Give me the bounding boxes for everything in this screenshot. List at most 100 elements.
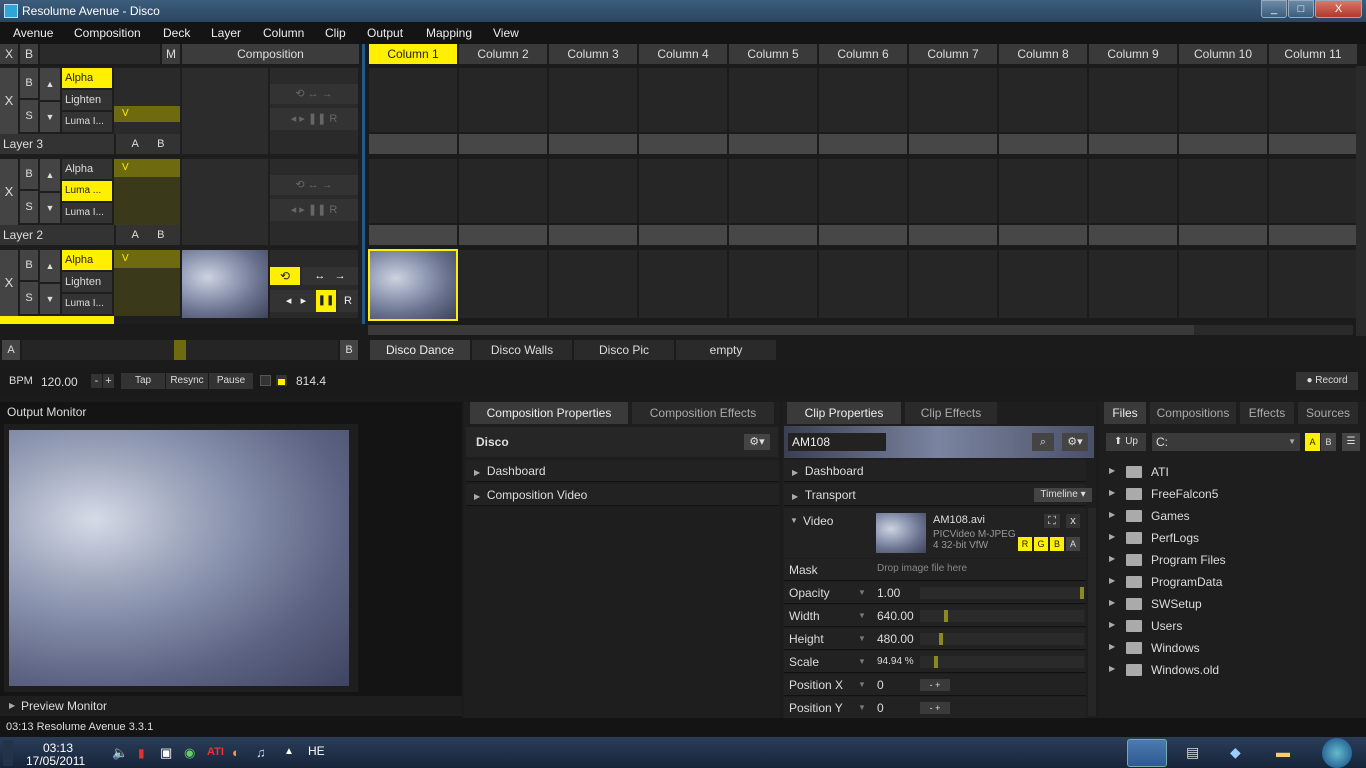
clip-prop-stepper[interactable]: - + bbox=[920, 679, 950, 691]
folder-item[interactable]: ▶ Games bbox=[1104, 506, 1354, 526]
clip-prop-menu-icon[interactable]: ▼ bbox=[858, 674, 866, 696]
layer-3-blend-alpha[interactable]: Alpha bbox=[62, 68, 112, 88]
files-up-button[interactable]: ⬆ Up bbox=[1106, 433, 1146, 451]
clip-slot[interactable] bbox=[1269, 68, 1357, 132]
folder-expand-icon[interactable]: ▶ bbox=[1109, 532, 1115, 541]
layer-3-play-controls[interactable]: ◂ ▸ ❚❚ R bbox=[270, 108, 358, 130]
folder-expand-icon[interactable]: ▶ bbox=[1109, 620, 1115, 629]
layer-3-video-bar[interactable]: V bbox=[114, 106, 180, 122]
column-4-header[interactable]: Column 4 bbox=[639, 44, 727, 64]
clip-slot[interactable] bbox=[459, 159, 547, 223]
input-language[interactable]: HE bbox=[308, 744, 325, 758]
layer-2-a-button[interactable]: A bbox=[131, 229, 138, 241]
files-deck-b-button[interactable]: B bbox=[1321, 433, 1336, 451]
clip-prop-slider[interactable] bbox=[920, 656, 1084, 668]
deck-tab-disco-pic[interactable]: Disco Pic bbox=[574, 340, 674, 360]
folder-expand-icon[interactable]: ▶ bbox=[1109, 664, 1115, 673]
clip-slot-label[interactable] bbox=[909, 225, 997, 245]
maximize-button[interactable]: □ bbox=[1288, 0, 1314, 18]
clip-transport-expand-icon[interactable]: ▶ bbox=[792, 492, 798, 501]
layer-3-up-icon[interactable]: ▲ bbox=[40, 68, 60, 100]
menu-clip[interactable]: Clip bbox=[325, 26, 346, 40]
clip-slot-label[interactable] bbox=[1269, 225, 1357, 245]
layer-2-up-icon[interactable]: ▲ bbox=[40, 159, 60, 191]
folder-expand-icon[interactable]: ▶ bbox=[1109, 488, 1115, 497]
layer-2-video-bar[interactable]: V bbox=[114, 159, 180, 177]
signal-icon[interactable]: ▮ bbox=[138, 746, 145, 760]
layer-1-clear-button[interactable]: X bbox=[0, 250, 18, 316]
clip-slot-label[interactable] bbox=[1089, 134, 1177, 154]
clip-prop-slider[interactable] bbox=[920, 610, 1084, 622]
folder-item[interactable]: ▶ PerfLogs bbox=[1104, 528, 1354, 548]
clip-slot-label[interactable] bbox=[459, 225, 547, 245]
channel-b-button[interactable]: B bbox=[1050, 537, 1064, 551]
layer-3-down-icon[interactable]: ▼ bbox=[40, 102, 60, 132]
layer-2-clear-button[interactable]: X bbox=[0, 159, 18, 225]
layer-3-b-button[interactable]: B bbox=[157, 138, 164, 150]
folder-item[interactable]: ▶ ProgramData bbox=[1104, 572, 1354, 592]
clip-prop-slider[interactable] bbox=[920, 633, 1084, 645]
layer-1-solo-button[interactable]: S bbox=[20, 282, 38, 314]
column-10-header[interactable]: Column 10 bbox=[1179, 44, 1267, 64]
clip-slot[interactable] bbox=[1269, 250, 1357, 318]
clip-video-expand-icon[interactable]: ▼ bbox=[790, 516, 798, 525]
bpm-minus-button[interactable]: - bbox=[91, 374, 102, 388]
timeline-dropdown[interactable]: Timeline ▾ bbox=[1034, 488, 1092, 502]
tray-expand-icon[interactable]: ▲ bbox=[284, 746, 294, 757]
taskbar-date[interactable]: 17/05/2011 bbox=[26, 754, 85, 768]
folder-item[interactable]: ▶ Windows bbox=[1104, 638, 1354, 658]
tab-clip-properties[interactable]: Clip Properties bbox=[787, 402, 901, 424]
layer-1-video-bar[interactable]: V bbox=[114, 250, 180, 268]
clip-slot[interactable] bbox=[1179, 159, 1267, 223]
clip-grid-vscroll[interactable] bbox=[1356, 66, 1366, 336]
comp-video-expand-icon[interactable]: ▶ bbox=[474, 492, 480, 501]
clip-prop-menu-icon[interactable]: ▼ bbox=[858, 651, 866, 673]
clip-slot[interactable] bbox=[909, 68, 997, 132]
clip-prop-stepper[interactable]: - + bbox=[920, 702, 950, 714]
files-deck-a-button[interactable]: A bbox=[1305, 433, 1320, 451]
tab-composition-effects[interactable]: Composition Effects bbox=[632, 402, 774, 424]
metronome-checkbox[interactable] bbox=[260, 375, 271, 386]
mask-drop-zone[interactable]: Drop image file here bbox=[877, 563, 967, 574]
crossfader-a-button[interactable]: A bbox=[2, 340, 20, 360]
clip-slot[interactable] bbox=[909, 159, 997, 223]
layer-3-solo-button[interactable]: S bbox=[20, 100, 38, 132]
layer-1-direction-controls[interactable]: ↔ → bbox=[302, 267, 358, 285]
taskbar-explorer-icon[interactable]: ▬ bbox=[1276, 744, 1290, 760]
media-icon[interactable]: ♫ bbox=[256, 745, 266, 760]
clip-slot[interactable] bbox=[729, 250, 817, 318]
menu-avenue[interactable]: Avenue bbox=[13, 26, 53, 40]
clip-slot[interactable] bbox=[369, 68, 457, 132]
clip-slot[interactable] bbox=[459, 250, 547, 318]
bpm-plus-button[interactable]: + bbox=[103, 374, 114, 388]
clip-prop-slider-handle[interactable] bbox=[944, 610, 948, 622]
layer-1-step-controls[interactable]: ◂ ▸ bbox=[270, 290, 322, 312]
layer-1-restart-button[interactable]: R bbox=[338, 290, 358, 312]
clip-search-icon[interactable]: ⌕ bbox=[1032, 433, 1054, 451]
drive-select[interactable]: C: ▼ bbox=[1152, 433, 1300, 451]
clip-slot-label[interactable] bbox=[459, 134, 547, 154]
layer-3-loop-controls[interactable]: ⟲ ↔ → bbox=[270, 84, 358, 104]
layer-2-blend-luma[interactable]: Luma ... bbox=[62, 181, 112, 201]
clip-slot[interactable] bbox=[639, 68, 727, 132]
layer-2-blend-alpha[interactable]: Alpha bbox=[62, 159, 112, 179]
clip-slot-label[interactable] bbox=[999, 225, 1087, 245]
clip-prop-menu-icon[interactable]: ▼ bbox=[858, 605, 866, 627]
clip-prop-value[interactable]: 0 bbox=[877, 674, 884, 696]
tab-files[interactable]: Files bbox=[1104, 402, 1146, 424]
clip-slot-label[interactable] bbox=[1179, 225, 1267, 245]
layer-2-solo-button[interactable]: S bbox=[20, 191, 38, 223]
column-9-header[interactable]: Column 9 bbox=[1089, 44, 1177, 64]
layer-1-bypass-button[interactable]: B bbox=[20, 250, 38, 280]
clip-slot-label[interactable] bbox=[549, 225, 637, 245]
clip-prop-slider-handle[interactable] bbox=[939, 633, 943, 645]
clip-prop-value[interactable]: 0 bbox=[877, 697, 884, 719]
layer-1-up-icon[interactable]: ▲ bbox=[40, 250, 60, 282]
layer-2-crossfade-ab[interactable]: A B bbox=[116, 225, 180, 245]
folder-expand-icon[interactable]: ▶ bbox=[1109, 598, 1115, 607]
column-3-header[interactable]: Column 3 bbox=[549, 44, 637, 64]
comp-dashboard-row[interactable]: ▶ Dashboard bbox=[466, 460, 778, 482]
clear-all-button[interactable]: X bbox=[0, 44, 18, 64]
tab-effects[interactable]: Effects bbox=[1240, 402, 1294, 424]
clip-slot-label[interactable] bbox=[909, 134, 997, 154]
